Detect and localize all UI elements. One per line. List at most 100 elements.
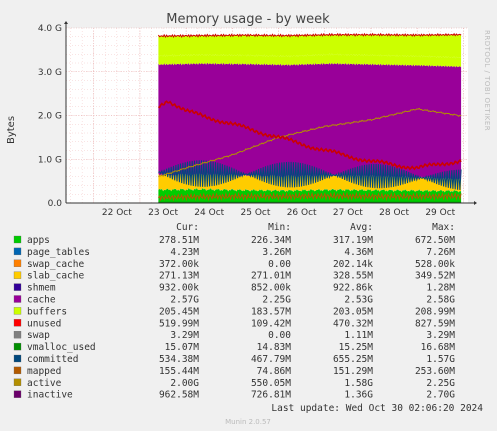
legend-label-unused: unused bbox=[27, 318, 61, 329]
legend-swatch-unused bbox=[13, 319, 22, 327]
memory-chart: Memory usage - by week RRDTOOL / TOBI OE… bbox=[6, 12, 491, 426]
legend-cur-shmem: 932.00k bbox=[159, 283, 199, 294]
legend-cur-unused: 519.99M bbox=[159, 318, 199, 329]
legend-min-mapped: 74.86M bbox=[257, 366, 292, 377]
last-update: Last update: Wed Oct 30 02:06:20 2024 bbox=[271, 403, 483, 414]
legend-label-page_tables: page_tables bbox=[27, 247, 90, 258]
y-tick-label: 3.0 G bbox=[38, 68, 62, 78]
legend-swatch-swap bbox=[13, 331, 22, 339]
y-tick-label: 1.0 G bbox=[38, 155, 62, 165]
legend-avg-committed: 655.25M bbox=[333, 354, 373, 365]
x-tick-label: 27 Oct bbox=[333, 208, 363, 218]
legend-avg-cache: 2.53G bbox=[344, 295, 373, 306]
x-tick-label: 26 Oct bbox=[287, 208, 317, 218]
legend-avg-page_tables: 4.36M bbox=[344, 247, 373, 258]
legend-min-shmem: 852.00k bbox=[251, 283, 291, 294]
legend-max-swap_cache: 528.00k bbox=[415, 259, 455, 270]
legend-min-page_tables: 3.26M bbox=[262, 247, 291, 258]
legend-avg-inactive: 1.36G bbox=[344, 390, 373, 401]
legend-swatch-apps bbox=[13, 235, 22, 244]
legend-label-inactive: inactive bbox=[27, 390, 73, 401]
legend-cur-slab_cache: 271.13M bbox=[159, 271, 199, 282]
legend-swatch-committed bbox=[13, 354, 22, 363]
legend-swatch-slab_cache bbox=[13, 271, 22, 279]
legend-max-unused: 827.59M bbox=[415, 318, 455, 329]
legend-cur-active: 2.00G bbox=[170, 378, 199, 389]
legend-avg-slab_cache: 328.55M bbox=[333, 271, 373, 282]
legend-cur-page_tables: 4.23M bbox=[170, 247, 199, 258]
legend-label-active: active bbox=[27, 378, 62, 389]
legend-min-unused: 109.42M bbox=[251, 318, 291, 329]
legend-max-slab_cache: 349.52M bbox=[415, 271, 455, 282]
legend-avg-unused: 470.32M bbox=[333, 318, 373, 329]
y-ticks: 0.0 1.0 G 2.0 G 3.0 G 4.0 G bbox=[38, 24, 62, 209]
legend-cur-committed: 534.38M bbox=[159, 354, 199, 365]
chart-title: Memory usage - by week bbox=[166, 12, 330, 27]
x-tick-label: 24 Oct bbox=[194, 208, 224, 218]
legend-cur-cache: 2.57G bbox=[170, 295, 199, 306]
legend-min-slab_cache: 271.01M bbox=[251, 271, 291, 282]
legend-header-min: Min: bbox=[268, 222, 291, 233]
legend-min-apps: 226.34M bbox=[251, 235, 291, 246]
munin-version: Munin 2.0.57 bbox=[225, 418, 271, 426]
legend-swatch-active bbox=[13, 378, 22, 386]
legend-label-mapped: mapped bbox=[27, 366, 61, 377]
legend-label-cache: cache bbox=[27, 295, 56, 306]
legend-max-vmalloc_used: 16.68M bbox=[421, 342, 456, 353]
legend-max-buffers: 208.99M bbox=[415, 306, 455, 317]
legend-min-swap: 0.00 bbox=[268, 330, 291, 341]
legend-label-swap_cache: swap_cache bbox=[27, 259, 84, 270]
legend-header-avg: Avg: bbox=[350, 222, 373, 233]
legend-max-inactive: 2.70G bbox=[426, 390, 455, 401]
y-axis-arrow bbox=[64, 21, 68, 24]
y-tick-label: 2.0 G bbox=[38, 112, 62, 122]
legend-max-cache: 2.58G bbox=[426, 295, 455, 306]
legend-min-buffers: 183.57M bbox=[251, 306, 291, 317]
legend-max-mapped: 253.60M bbox=[415, 366, 455, 377]
legend-max-apps: 672.50M bbox=[415, 235, 455, 246]
y-axis-label: Bytes bbox=[6, 116, 17, 144]
legend-max-swap: 3.29M bbox=[426, 330, 455, 341]
legend-cur-swap_cache: 372.00k bbox=[159, 259, 199, 270]
legend-cur-buffers: 205.45M bbox=[159, 306, 199, 317]
stacked-areas bbox=[158, 32, 462, 203]
legend-max-active: 2.25G bbox=[426, 378, 455, 389]
legend-min-cache: 2.25G bbox=[262, 295, 291, 306]
x-axis-arrow bbox=[474, 201, 477, 205]
x-tick-label: 25 Oct bbox=[241, 208, 271, 218]
legend-avg-apps: 317.19M bbox=[333, 235, 373, 246]
x-tick-label: 23 Oct bbox=[148, 208, 178, 218]
legend-swatch-buffers bbox=[13, 307, 22, 315]
legend-avg-mapped: 151.29M bbox=[333, 366, 373, 377]
area-unused bbox=[158, 33, 462, 59]
legend-swatch-page_tables bbox=[13, 247, 22, 256]
x-tick-label: 22 Oct bbox=[102, 208, 132, 218]
legend-min-vmalloc_used: 14.83M bbox=[257, 342, 292, 353]
legend-header-max: Max: bbox=[432, 222, 455, 233]
legend-swatch-shmem bbox=[13, 283, 22, 291]
legend-label-apps: apps bbox=[27, 235, 50, 246]
side-label: RRDTOOL / TOBI OETIKER bbox=[483, 30, 491, 131]
legend-label-vmalloc_used: vmalloc_used bbox=[27, 342, 96, 353]
legend-max-page_tables: 7.26M bbox=[426, 247, 455, 258]
legend-label-slab_cache: slab_cache bbox=[27, 271, 84, 282]
legend-avg-active: 1.58G bbox=[344, 378, 373, 389]
legend-label-shmem: shmem bbox=[27, 283, 56, 294]
legend-min-committed: 467.79M bbox=[251, 354, 291, 365]
legend-label-committed: committed bbox=[27, 354, 78, 365]
y-tick-label: 4.0 G bbox=[38, 24, 62, 34]
legend-swatch-vmalloc_used bbox=[13, 342, 22, 351]
legend-min-inactive: 726.81M bbox=[251, 390, 291, 401]
y-tick-label: 0.0 bbox=[48, 199, 63, 209]
x-tick-label: 28 Oct bbox=[379, 208, 409, 218]
legend-avg-buffers: 203.05M bbox=[333, 306, 373, 317]
x-tick-label: 29 Oct bbox=[425, 208, 455, 218]
legend-min-active: 550.05M bbox=[251, 378, 291, 389]
legend-max-shmem: 1.28M bbox=[426, 283, 455, 294]
legend-swatch-mapped bbox=[13, 366, 22, 375]
x-ticks: 22 Oct 23 Oct 24 Oct 25 Oct 26 Oct 27 Oct 28 O… bbox=[102, 208, 456, 218]
legend: Cur: Min: Avg: Max: apps 278.51M 226.34M 317.19… bbox=[13, 222, 456, 401]
legend-swatch-swap_cache bbox=[13, 259, 22, 267]
legend-avg-vmalloc_used: 15.25M bbox=[339, 342, 374, 353]
legend-cur-mapped: 155.44M bbox=[159, 366, 199, 377]
